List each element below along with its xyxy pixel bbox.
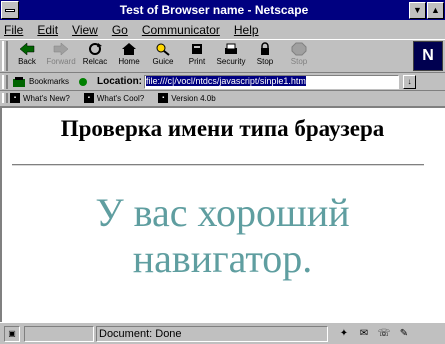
menu-file[interactable]: File	[4, 23, 23, 37]
location-url-field[interactable]: file:///c|/vocl/ntdcs/javascript/sinple1…	[144, 74, 400, 89]
personal-toolbar: ▪ What's New? ▪ What's Cool? ▪ Version 4.0b	[0, 91, 445, 105]
bookmark-icon: ▪	[10, 93, 20, 103]
status-bar: ▣ Document: Done ✦ ✉ ☏ ✎	[0, 322, 445, 344]
browser-message: У вас хороший навигатор.	[95, 190, 350, 281]
guide-button[interactable]: Print	[180, 40, 214, 72]
reload-label: Relcac	[82, 57, 108, 66]
print-button[interactable]: Security	[214, 40, 248, 72]
forward-arrow-icon	[53, 42, 69, 56]
home-icon	[122, 43, 136, 55]
horizontal-rule	[12, 164, 424, 166]
stop-button[interactable]: Stop	[282, 40, 316, 72]
personal-item-label: What's Cool?	[96, 93, 145, 103]
stop-icon	[291, 42, 307, 56]
security-status-icon[interactable]: ▣	[4, 325, 20, 342]
browser-window: Test of Browser name - Netscape ▼ ▲ File…	[0, 0, 445, 344]
personal-item-whats-new[interactable]: ▪ What's New?	[10, 93, 70, 103]
location-toolbar: Bookmarks Location: file:///c|/vocl/ntdc…	[0, 73, 445, 91]
search-button[interactable]: Guice	[146, 40, 180, 72]
menu-bar: File Edit View Go Communicator Help	[0, 20, 445, 39]
mail-icon[interactable]: ✉	[356, 327, 372, 341]
location-url-text: file:///c|/vocl/ntdcs/javascript/sinple1…	[146, 75, 306, 86]
security-lock-icon	[261, 42, 269, 55]
netscape-logo[interactable]: N	[413, 41, 443, 71]
title-bar: Test of Browser name - Netscape ▼ ▲	[0, 0, 445, 20]
toolbar-grip[interactable]	[2, 41, 8, 71]
bookmark-icon: ▪	[83, 93, 94, 103]
personal-item-label: What's New?	[23, 93, 70, 103]
menu-view[interactable]: View	[72, 23, 98, 37]
discussion-icon[interactable]: ☏	[376, 327, 392, 341]
bookmark-icon: ▪	[158, 93, 169, 103]
navigator-icon[interactable]: ✦	[336, 327, 352, 341]
personal-grip[interactable]	[2, 93, 8, 103]
forward-label: Forward	[46, 57, 76, 66]
component-bar: ✦ ✉ ☏ ✎	[336, 327, 416, 341]
reload-button[interactable]: Relcac	[78, 40, 112, 72]
personal-item-whats-cool[interactable]: ▪ What's Cool?	[83, 93, 145, 103]
personal-item-version[interactable]: ▪ Version 4.0b	[158, 93, 216, 103]
personal-item-label: Version 4.0b	[171, 93, 216, 103]
stop-label: Stop	[290, 57, 308, 66]
location-dropdown-button[interactable]: ↓	[403, 74, 417, 89]
navigation-toolbar: Back Forward Relcac Home Guice Print Sec…	[0, 39, 445, 73]
home-label: Home	[118, 57, 140, 66]
page-content: Проверка имени типа браузера У вас хорош…	[0, 106, 445, 322]
menu-help[interactable]: Help	[234, 23, 259, 37]
window-title: Test of Browser name - Netscape	[119, 3, 309, 17]
progress-bar	[24, 325, 94, 342]
minimize-button[interactable]: ▼	[409, 1, 426, 19]
guide-label: Print	[188, 57, 206, 66]
search-label: Guice	[152, 57, 174, 66]
home-button[interactable]: Home	[112, 40, 146, 72]
guide-icon	[192, 44, 202, 54]
back-button[interactable]: Back	[10, 40, 44, 72]
menu-edit[interactable]: Edit	[37, 23, 58, 37]
location-label: Location:	[97, 76, 143, 87]
print-label: Security	[216, 57, 246, 66]
page-proxy-icon[interactable]	[77, 76, 89, 88]
forward-button[interactable]: Forward	[44, 40, 78, 72]
status-text: Document: Done	[96, 325, 328, 342]
back-label: Back	[18, 57, 36, 66]
composer-icon[interactable]: ✎	[396, 327, 412, 341]
back-arrow-icon	[19, 42, 35, 56]
security-label: Stop	[256, 57, 274, 66]
print-icon	[225, 43, 237, 54]
menu-communicator[interactable]: Communicator	[142, 23, 220, 37]
bookmarks-label: Bookmarks	[29, 77, 70, 86]
reload-icon	[89, 43, 102, 55]
menu-go[interactable]: Go	[112, 23, 128, 37]
maximize-button[interactable]: ▲	[427, 1, 444, 19]
bookmarks-button[interactable]: Bookmarks	[12, 76, 69, 88]
system-menu-button[interactable]	[1, 1, 19, 19]
security-button[interactable]: Stop	[248, 40, 282, 72]
search-icon	[156, 43, 170, 56]
location-grip[interactable]	[2, 74, 8, 89]
bookmarks-icon	[13, 76, 25, 87]
page-heading: Проверка имени типа браузера	[60, 116, 385, 141]
